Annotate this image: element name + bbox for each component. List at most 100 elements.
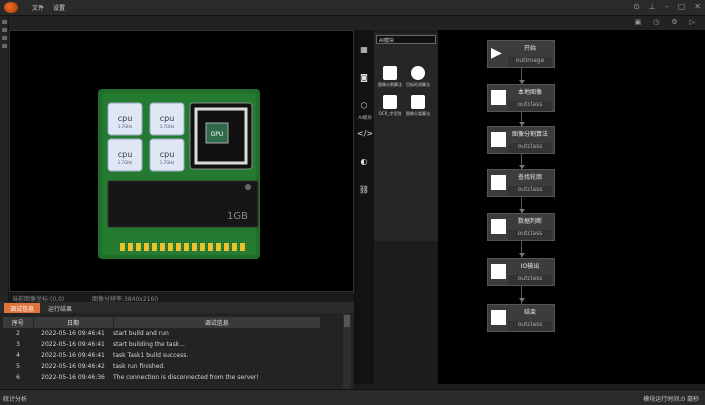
row-date: 2022-05-16 09:46:41: [33, 339, 113, 351]
ai-module-label: AI模块: [358, 116, 372, 121]
menu-file[interactable]: 文件: [32, 3, 44, 12]
save-icon[interactable]: ▣: [635, 18, 642, 26]
tab-run-result[interactable]: 运行结果: [42, 303, 78, 313]
table-row[interactable]: 3 2022-05-16 09:46:41 start building the…: [3, 339, 321, 351]
left-strip-icon[interactable]: [2, 28, 7, 32]
node-output: outclass: [508, 186, 552, 196]
scrollbar-thumb[interactable]: [344, 315, 350, 327]
flow-canvas[interactable]: [438, 30, 705, 384]
node-output: outclass: [508, 230, 552, 240]
row-date: 2022-05-16 09:46:41: [33, 350, 113, 362]
row-index: 4: [3, 350, 33, 362]
cpu-label: cpu: [118, 114, 133, 123]
secondary-toolbar: ▣ ◷ ⚙ ▷: [9, 16, 705, 30]
stop-icon: [491, 310, 506, 325]
node-output: outclass: [508, 321, 552, 331]
col-index[interactable]: 序号: [3, 317, 34, 328]
flow-node-data-judge[interactable]: 数据判断 outclass: [487, 213, 555, 241]
cpu-freq: 1.7GHz: [160, 160, 175, 165]
flow-node-start[interactable]: ▶ 开始 outImage: [487, 40, 555, 68]
table-row[interactable]: 4 2022-05-16 09:46:41 task Task1 build s…: [3, 350, 321, 362]
palette-item-ocr[interactable]: OCR_字识别: [376, 95, 404, 117]
row-index: 6: [3, 372, 33, 384]
image-icon: [491, 90, 506, 105]
palette-item-label: 图像分割算法: [378, 82, 402, 87]
palette-item-detection[interactable]: 目标检测算法: [404, 66, 432, 88]
flow-node-local-image[interactable]: 本地图像 outclass: [487, 84, 555, 112]
left-strip-icon[interactable]: [2, 44, 7, 48]
status-footer: 统计分析 模块运行时间:0 毫秒: [0, 389, 705, 405]
row-index: 5: [3, 361, 33, 373]
left-strip-icon[interactable]: [2, 20, 7, 24]
contrast-icon[interactable]: ◐: [357, 157, 371, 166]
table-row[interactable]: 5 2022-05-16 09:46:42 task run finished.: [3, 361, 321, 373]
node-title: 开始: [523, 45, 536, 52]
ocr-icon: [383, 95, 397, 109]
table-row[interactable]: 2 2022-05-16 09:46:41 start build and ru…: [3, 328, 321, 340]
row-date: 2022-05-16 09:46:36: [33, 372, 113, 384]
grid-icon: [411, 95, 425, 109]
maximize-icon[interactable]: ▢: [678, 2, 686, 11]
footer-left-text: 统计分析: [3, 396, 28, 403]
table-row[interactable]: 6 2022-05-16 09:46:36 The connection is …: [3, 372, 321, 384]
close-icon[interactable]: ✕: [694, 2, 701, 11]
minimize-icon[interactable]: –: [665, 2, 669, 11]
cpu-freq: 1.7GHz: [118, 124, 133, 129]
palette-search-input[interactable]: AI模块: [376, 35, 436, 44]
row-message: task Task1 build success.: [113, 350, 321, 362]
node-output: outclass: [508, 275, 552, 285]
flow-node-find-contour[interactable]: 查找轮廓 outclass: [487, 169, 555, 197]
node-title: 数据判断: [517, 218, 542, 225]
node-title: 图像分割算法: [511, 131, 548, 138]
code-icon[interactable]: </>: [357, 129, 373, 138]
col-message[interactable]: 调试信息: [113, 317, 321, 328]
row-message: start building the task...: [113, 339, 321, 351]
camera-icon[interactable]: ◙: [357, 73, 371, 82]
flow-icon[interactable]: ⛓: [357, 185, 371, 194]
palette-item-classification[interactable]: 图像分类算法: [404, 95, 432, 117]
image-viewer[interactable]: cpu cpu cpu cpu 1.7GHz 1.7GHz 1.7GHz 1.7…: [9, 30, 354, 292]
run-icon[interactable]: ▷: [690, 18, 695, 26]
cpu-freq: 1.7GHz: [160, 124, 175, 129]
window-pin-icon[interactable]: ⊥: [649, 2, 656, 11]
module-runtime: 模块运行时间:0 毫秒: [643, 396, 699, 403]
tab-debug-info[interactable]: 调试信息: [4, 303, 41, 313]
flow-node-segmentation[interactable]: 图像分割算法 outclass: [487, 126, 555, 154]
settings-icon[interactable]: ⚙: [671, 18, 677, 26]
flow-node-io-output[interactable]: IO输出 outclass: [487, 258, 555, 286]
node-output: outclass: [508, 101, 552, 111]
cpu-freq: 1.7GHz: [118, 160, 133, 165]
row-message: start build and run: [113, 328, 321, 340]
left-strip-icon[interactable]: [2, 36, 7, 40]
flow-node-end[interactable]: 结束 outclass: [487, 304, 555, 332]
grid-icon[interactable]: ▦: [357, 45, 371, 54]
node-title: IO输出: [520, 263, 540, 270]
row-index: 2: [3, 328, 33, 340]
ai-module-icon[interactable]: ⬡: [357, 101, 371, 110]
cpu-label: cpu: [160, 114, 175, 123]
debug-panel: 调试信息 运行结果 序号 日期 调试信息 2 2022-05-16 09:46:…: [0, 302, 354, 389]
window-help-icon[interactable]: ⊙: [633, 2, 640, 11]
flow-arrow: [519, 253, 525, 257]
io-icon: [491, 264, 506, 279]
node-output: outImage: [508, 57, 552, 67]
cpu-label: cpu: [118, 150, 133, 159]
log-scrollbar[interactable]: [343, 314, 351, 389]
play-icon: ▶: [491, 45, 502, 61]
row-index: 3: [3, 339, 33, 351]
menu-settings[interactable]: 设置: [53, 3, 65, 12]
node-title: 查找轮廓: [517, 174, 542, 181]
row-date: 2022-05-16 09:46:42: [33, 361, 113, 373]
clock-icon[interactable]: ◷: [653, 18, 659, 26]
tool-palette: AI模块 图像分割算法 目标检测算法 OCR_字识别 图像分类算法: [374, 33, 438, 241]
debug-table: 序号 日期 调试信息 2 2022-05-16 09:46:41 start b…: [3, 317, 321, 384]
segmentation-icon: [491, 132, 506, 147]
node-output: outclass: [508, 143, 552, 153]
memory-label: 1GB: [227, 211, 248, 222]
palette-item-segmentation[interactable]: 图像分割算法: [376, 66, 404, 88]
contour-icon: [491, 175, 506, 190]
node-title: 本地图像: [517, 89, 542, 96]
gpu-label: GPU: [211, 131, 224, 138]
board-image: cpu cpu cpu cpu 1.7GHz 1.7GHz 1.7GHz 1.7…: [98, 89, 260, 259]
col-date[interactable]: 日期: [33, 317, 114, 328]
